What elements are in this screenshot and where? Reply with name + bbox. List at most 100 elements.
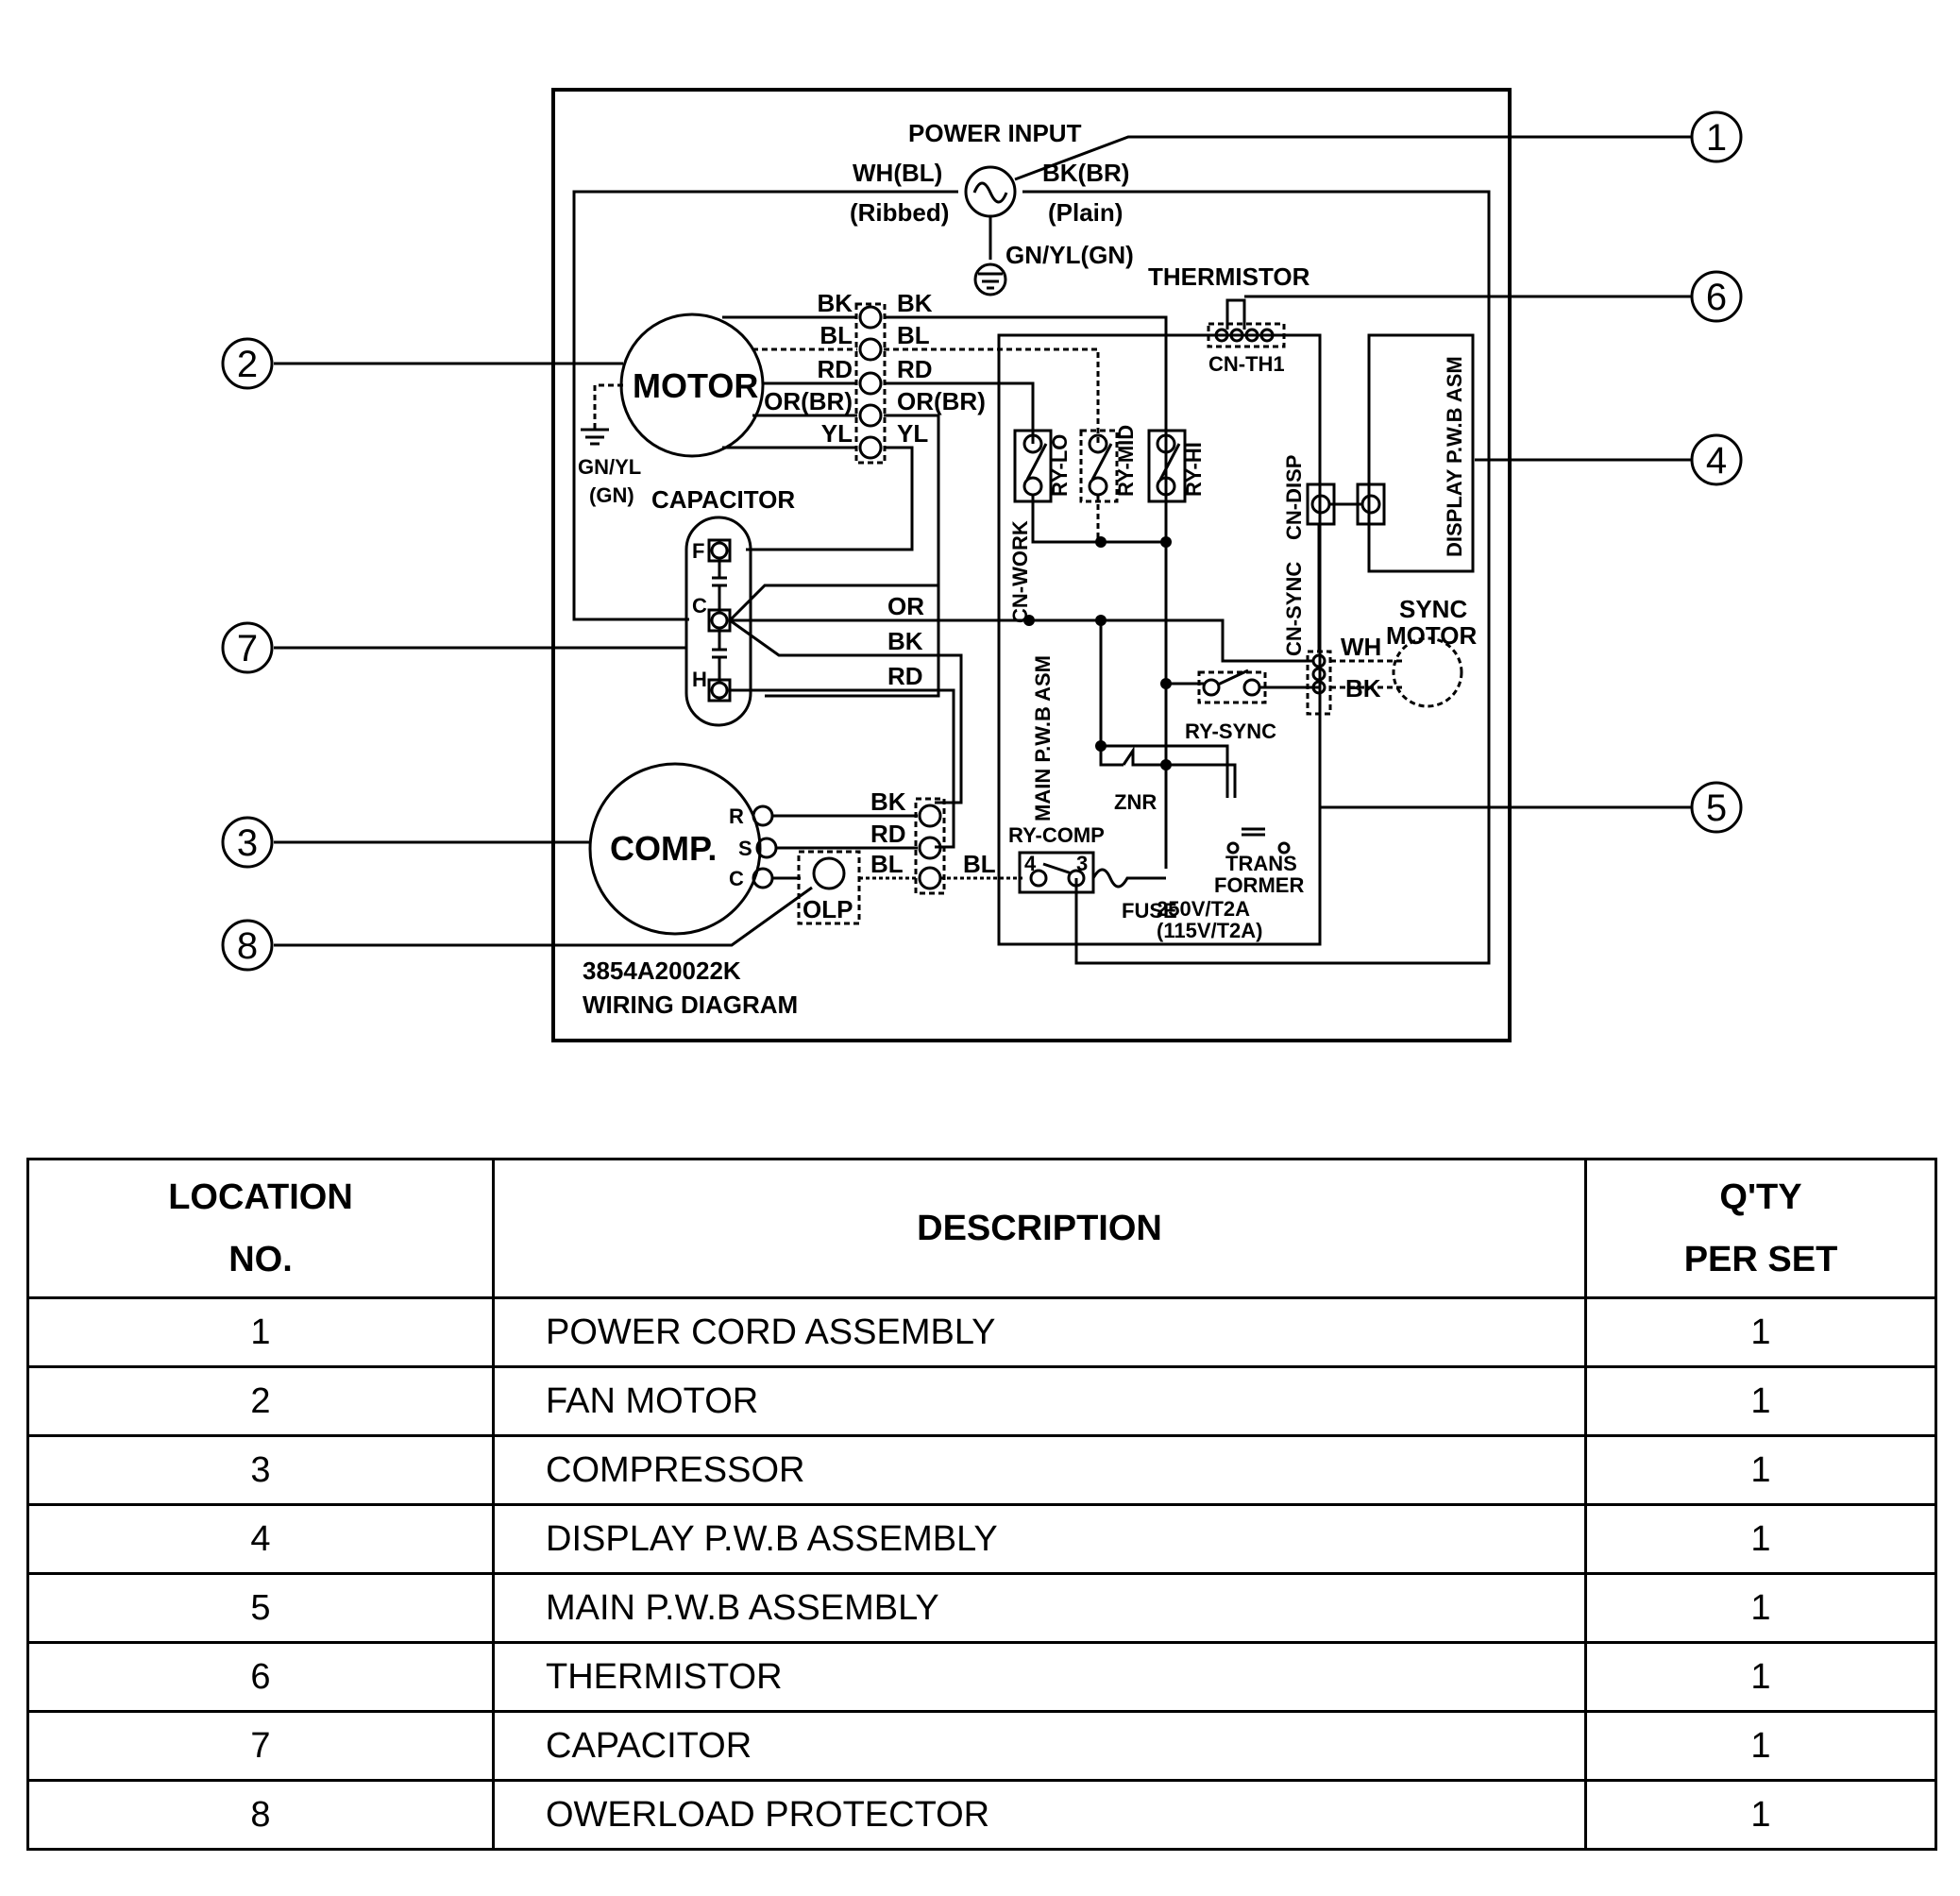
power-ground-label: GN/YL(GN) xyxy=(1005,241,1134,269)
cell-qty: 1 xyxy=(1584,1779,1937,1851)
motor-wire-left: YL xyxy=(821,419,853,448)
motor-ground-label-1: GN/YL xyxy=(578,455,641,479)
cell-description: MAIN P.W.B ASSEMBLY xyxy=(492,1572,1587,1644)
ry-comp-pin-4: 4 xyxy=(1024,852,1037,875)
compressor-terminal-c: C xyxy=(729,867,744,890)
motor-wire-left: OR(BR) xyxy=(764,387,853,415)
header-location-line-1: LOCATION xyxy=(168,1177,353,1217)
cell-qty: 1 xyxy=(1584,1503,1937,1575)
cell-location: 2 xyxy=(26,1365,495,1437)
motor-wire-left: BK xyxy=(817,289,853,317)
main-board-label: MAIN P.W.B ASM xyxy=(1031,655,1055,821)
capacitor-label: CAPACITOR xyxy=(651,485,795,514)
motor-ground-label-2: (GN) xyxy=(589,483,634,507)
table-row: 4 DISPLAY P.W.B ASSEMBLY 1 xyxy=(26,1503,1937,1575)
motor-wire-right: BL xyxy=(897,321,930,349)
compressor-wire-rd: RD xyxy=(870,820,906,848)
motor-label: MOTOR xyxy=(633,366,758,405)
thermistor-label: THERMISTOR xyxy=(1148,262,1310,291)
header-location: LOCATION NO. xyxy=(26,1158,495,1299)
power-left-wire-note: (Ribbed) xyxy=(850,198,949,227)
header-qty-line-1: Q'TY xyxy=(1719,1177,1802,1217)
thermistor-connector-label: CN-TH1 xyxy=(1208,352,1285,376)
callout-2-label: 2 xyxy=(237,344,258,385)
relay-lo-label: RY-LO xyxy=(1048,434,1072,497)
table-row: 6 THERMISTOR 1 xyxy=(26,1641,1937,1713)
transformer-label-1: TRANS xyxy=(1225,852,1297,875)
olp-label: OLP xyxy=(803,895,853,923)
ry-comp-label: RY-COMP xyxy=(1008,823,1105,847)
capacitor-terminal-h: H xyxy=(692,668,707,691)
header-qty-line-2: PER SET xyxy=(1683,1240,1838,1279)
table-row: 3 COMPRESSOR 1 xyxy=(26,1434,1937,1506)
cell-description: THERMISTOR xyxy=(492,1641,1587,1713)
power-left-wire-label: WH(BL) xyxy=(853,159,942,187)
table-row: 8 OWERLOAD PROTECTOR 1 xyxy=(26,1779,1937,1851)
capacitor-wire-or: OR xyxy=(887,592,924,620)
table-row: 2 FAN MOTOR 1 xyxy=(26,1365,1937,1437)
cell-description: OWERLOAD PROTECTOR xyxy=(492,1779,1587,1851)
parts-table: LOCATION NO. DESCRIPTION Q'TY PER SET 1P… xyxy=(26,1158,1937,1851)
sync-motor-label-2: MOTOR xyxy=(1386,621,1478,650)
cell-description: CAPACITOR xyxy=(492,1710,1587,1782)
capacitor-terminal-f: F xyxy=(692,539,704,563)
display-board-label: DISPLAY P.W.B ASM xyxy=(1443,356,1466,557)
motor-wire-left: BL xyxy=(819,321,853,349)
cell-qty: 1 xyxy=(1584,1641,1937,1713)
cn-disp-label: CN-DISP xyxy=(1282,455,1306,540)
header-location-line-2: NO. xyxy=(228,1240,293,1279)
fuse-symbol xyxy=(1091,868,1166,889)
callout-7-label: 7 xyxy=(237,628,258,669)
callout-6-label: 6 xyxy=(1706,277,1727,318)
diagram-code: 3854A20022K xyxy=(583,956,741,985)
capacitor-wire-bk: BK xyxy=(887,627,923,655)
cell-location: 5 xyxy=(26,1572,495,1644)
relay-hi-label: RY-HI xyxy=(1182,442,1206,497)
callout-8-label: 8 xyxy=(237,925,258,967)
cell-description: DISPLAY P.W.B ASSEMBLY xyxy=(492,1503,1587,1575)
callout-4-label: 4 xyxy=(1706,440,1727,482)
motor-wire-left: RD xyxy=(817,355,853,383)
table-row: 5 MAIN P.W.B ASSEMBLY 1 xyxy=(26,1572,1937,1644)
ry-sync-label: RY-SYNC xyxy=(1185,719,1276,743)
power-right-wire-label: BK(BR) xyxy=(1042,159,1129,187)
cell-location: 6 xyxy=(26,1641,495,1713)
cn-work-label: CN-WORK xyxy=(1008,520,1032,623)
motor-wire-right: RD xyxy=(897,355,933,383)
motor-wire-right: BK xyxy=(897,289,933,317)
ry-comp-pin-3: 3 xyxy=(1076,852,1088,875)
znr-label: ZNR xyxy=(1114,790,1157,814)
callout-1-label: 1 xyxy=(1706,117,1727,159)
header-description: DESCRIPTION xyxy=(492,1158,1587,1299)
table-row: 1 POWER CORD ASSEMBLY 1 xyxy=(26,1296,1937,1368)
diagram-title: WIRING DIAGRAM xyxy=(583,990,798,1019)
relay-mid-label: RY-MID xyxy=(1114,425,1138,497)
callout-3-label: 3 xyxy=(237,822,258,864)
wiring-diagram: 1 2 3 4 5 6 7 8 POWER INPUT WH(BL) (Ribb… xyxy=(221,88,1743,1042)
motor-wire-right: YL xyxy=(897,419,928,448)
cell-description: FAN MOTOR xyxy=(492,1365,1587,1437)
cell-qty: 1 xyxy=(1584,1365,1937,1437)
cn-sync-label: CN-SYNC xyxy=(1282,562,1306,656)
sync-wire-bk: BK xyxy=(1345,674,1381,703)
ac-wave-icon xyxy=(972,181,1008,204)
compressor-wire-bl-out: BL xyxy=(963,850,996,878)
cell-location: 7 xyxy=(26,1710,495,1782)
sync-motor-label-1: SYNC xyxy=(1399,595,1467,623)
cell-location: 4 xyxy=(26,1503,495,1575)
callout-5-label: 5 xyxy=(1706,787,1727,829)
table-row: 7 CAPACITOR 1 xyxy=(26,1710,1937,1782)
transformer-label-2: FORMER xyxy=(1214,873,1304,897)
cell-location: 1 xyxy=(26,1296,495,1368)
cell-location: 3 xyxy=(26,1434,495,1506)
fuse-rating-2: (115V/T2A) xyxy=(1157,919,1263,942)
power-right-wire-note: (Plain) xyxy=(1048,198,1123,227)
cell-location: 8 xyxy=(26,1779,495,1851)
ground-icon xyxy=(973,262,1007,296)
cell-description: COMPRESSOR xyxy=(492,1434,1587,1506)
motor-wire-right: OR(BR) xyxy=(897,387,986,415)
cell-qty: 1 xyxy=(1584,1434,1937,1506)
power-input-label: POWER INPUT xyxy=(908,119,1082,147)
power-right-wire xyxy=(1022,190,1491,965)
capacitor-wire-rd: RD xyxy=(887,662,923,690)
